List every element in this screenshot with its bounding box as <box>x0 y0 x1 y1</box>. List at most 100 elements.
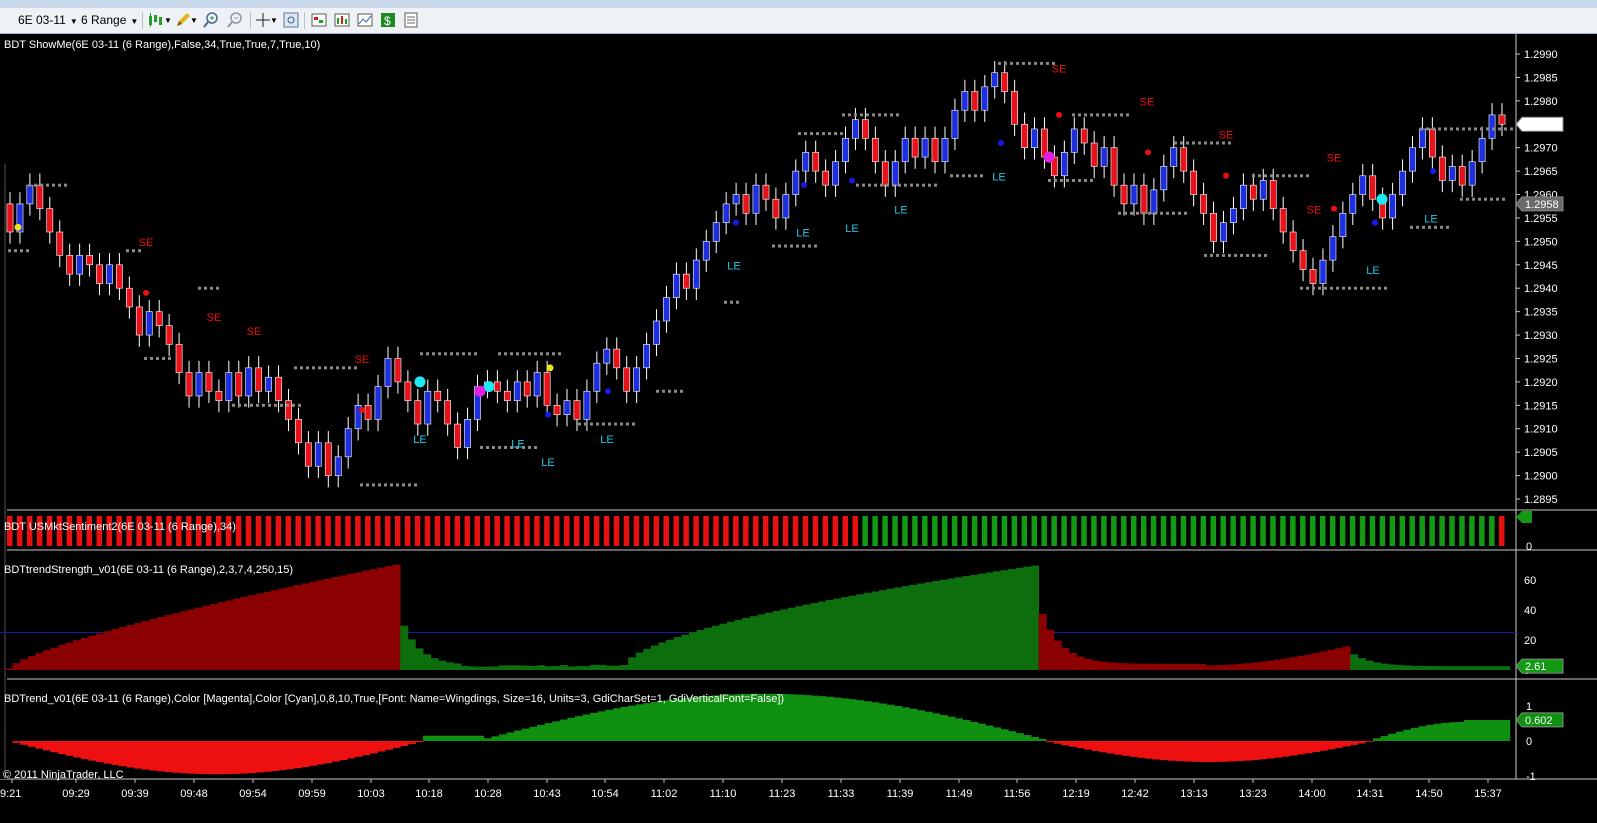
candlestick[interactable] <box>17 192 23 244</box>
candlestick[interactable] <box>106 253 112 295</box>
candlestick[interactable] <box>1419 117 1425 159</box>
candlestick[interactable] <box>1449 155 1455 192</box>
candlestick[interactable] <box>524 370 530 407</box>
candlestick[interactable] <box>365 394 371 431</box>
candlestick[interactable] <box>47 197 53 244</box>
candlestick[interactable] <box>514 370 520 412</box>
candlestick[interactable] <box>872 127 878 174</box>
candlestick[interactable] <box>216 380 222 413</box>
candlestick[interactable] <box>1340 202 1346 249</box>
candlestick[interactable] <box>932 127 938 174</box>
candlestick[interactable] <box>1350 183 1356 225</box>
candlestick[interactable] <box>375 375 381 431</box>
candlestick[interactable] <box>425 380 431 436</box>
candlestick[interactable] <box>1210 202 1216 254</box>
candlestick[interactable] <box>1101 136 1107 178</box>
candlestick[interactable] <box>1091 131 1097 178</box>
candlestick[interactable] <box>902 127 908 174</box>
candlestick[interactable] <box>57 220 63 267</box>
candlestick[interactable] <box>196 361 202 408</box>
candlestick[interactable] <box>1360 164 1366 206</box>
candlestick[interactable] <box>683 262 689 299</box>
candlestick[interactable] <box>673 262 679 309</box>
candlestick[interactable] <box>126 277 132 319</box>
candlestick[interactable] <box>892 150 898 197</box>
candlestick[interactable] <box>1081 117 1087 154</box>
candlestick[interactable] <box>305 431 311 478</box>
candlestick[interactable] <box>793 159 799 206</box>
candlestick[interactable] <box>604 337 610 374</box>
candlestick[interactable] <box>325 431 331 487</box>
candlestick[interactable] <box>534 361 540 408</box>
candlestick[interactable] <box>7 192 13 244</box>
candlestick[interactable] <box>86 244 92 277</box>
candlestick[interactable] <box>1151 178 1157 225</box>
candlestick[interactable] <box>753 173 759 225</box>
candlestick[interactable] <box>415 389 421 436</box>
candlestick[interactable] <box>246 356 252 408</box>
candlestick[interactable] <box>962 80 968 122</box>
candlestick[interactable] <box>445 389 451 436</box>
candlestick[interactable] <box>723 192 729 234</box>
data-box-icon[interactable] <box>402 11 420 29</box>
candlestick[interactable] <box>743 183 749 225</box>
price-panel[interactable]: SE SE SE SE SE SE SE SE SE LE LE LE LE LE LE LE LE LE LE LE <box>7 61 1513 487</box>
candlestick[interactable] <box>1031 117 1037 159</box>
candlestick[interactable] <box>1141 173 1147 225</box>
candlestick[interactable] <box>285 389 291 431</box>
candlestick[interactable] <box>1250 173 1256 210</box>
candlestick[interactable] <box>315 431 321 478</box>
candlestick[interactable] <box>614 337 620 379</box>
candlestick[interactable] <box>922 127 928 169</box>
candlestick[interactable] <box>733 183 739 216</box>
candlestick[interactable] <box>1071 117 1077 164</box>
candlestick[interactable] <box>554 394 560 427</box>
candlestick[interactable] <box>1489 103 1495 150</box>
candlestick[interactable] <box>176 333 182 385</box>
candlestick[interactable] <box>1399 159 1405 206</box>
candlestick[interactable] <box>832 150 838 197</box>
candlestick[interactable] <box>27 173 33 215</box>
candlestick[interactable] <box>634 356 640 403</box>
candlestick[interactable] <box>1459 155 1465 197</box>
candlestick[interactable] <box>882 150 888 197</box>
candlestick[interactable] <box>1240 173 1246 220</box>
candlestick[interactable] <box>713 211 719 253</box>
zoom-in-icon[interactable] <box>202 11 220 29</box>
candlestick[interactable] <box>1012 80 1018 136</box>
candlestick[interactable] <box>1479 127 1485 174</box>
bar-type-selector[interactable]: 6 Range ▼ <box>77 11 143 29</box>
candlestick[interactable] <box>594 351 600 403</box>
candlestick[interactable] <box>1439 145 1445 192</box>
candlestick[interactable] <box>842 127 848 174</box>
candlestick[interactable] <box>256 356 262 403</box>
candlestick[interactable] <box>295 408 301 455</box>
candlestick[interactable] <box>435 380 441 413</box>
candlestick[interactable] <box>1290 220 1296 262</box>
instrument-selector[interactable]: 6E 03-11 ▼ <box>14 11 80 29</box>
candlestick[interactable] <box>982 75 988 122</box>
candlestick[interactable] <box>474 375 480 431</box>
candlestick[interactable] <box>1021 113 1027 160</box>
candlestick[interactable] <box>693 248 699 300</box>
properties-icon[interactable] <box>282 11 300 29</box>
candlestick[interactable] <box>136 295 142 347</box>
candlestick[interactable] <box>1201 183 1207 225</box>
candlestick[interactable] <box>773 188 779 230</box>
candlestick[interactable] <box>494 370 500 403</box>
candlestick[interactable] <box>653 309 659 356</box>
candlestick[interactable] <box>1469 150 1475 197</box>
trend-panel[interactable] <box>13 694 1511 774</box>
dollar-icon[interactable]: $ <box>379 11 397 29</box>
candlestick[interactable] <box>624 356 630 403</box>
strategies-icon[interactable] <box>310 11 328 29</box>
candlestick[interactable] <box>96 253 102 295</box>
candlestick[interactable] <box>206 361 212 403</box>
candlestick[interactable] <box>266 366 272 403</box>
candlestick[interactable] <box>345 417 351 469</box>
chart-area[interactable]: SE SE SE SE SE SE SE SE SE LE LE LE LE LE LE LE LE LE LE LE… <box>0 34 1597 823</box>
candlestick[interactable] <box>226 361 232 413</box>
candlestick[interactable] <box>1191 159 1197 206</box>
candlestick[interactable] <box>1121 173 1127 215</box>
candlestick[interactable] <box>644 333 650 380</box>
